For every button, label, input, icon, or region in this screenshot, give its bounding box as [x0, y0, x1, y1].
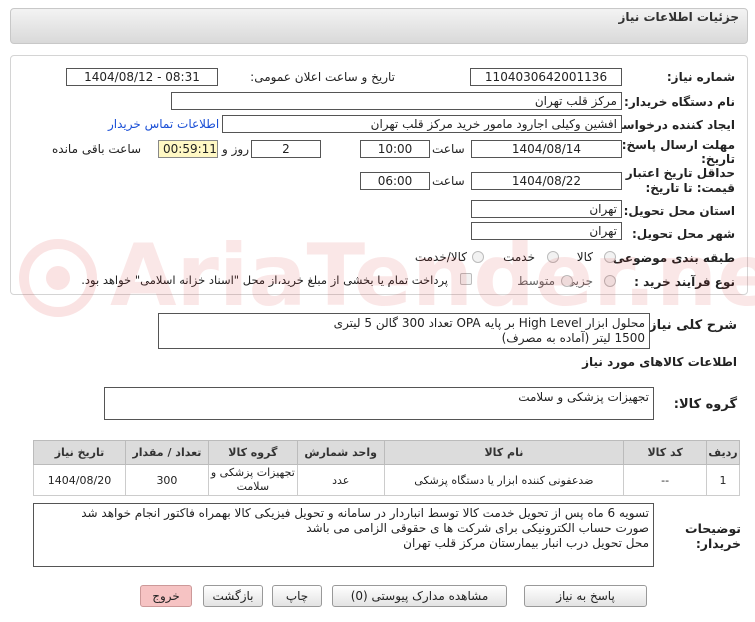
buyer-label: نام دستگاه خریدار:: [624, 95, 735, 109]
category-radio-service[interactable]: [547, 251, 559, 263]
buyer-field: مرکز قلب تهران: [171, 92, 622, 110]
col-qty: تعداد / مقدار: [125, 440, 209, 465]
cell-qty: 300: [125, 464, 209, 496]
treasury-payment-note: پرداخت تمام یا بخشی از مبلغ خرید،از محل …: [81, 273, 448, 287]
notes-line-1: تسویه 6 ماه پس از تحویل خدمت کالا توسط ا…: [81, 506, 649, 520]
cell-date: 1404/08/20: [33, 464, 126, 496]
notes-line-2: صورت حساب الکترونیکی برای شرکت ها ی حقوق…: [306, 521, 649, 535]
treasury-payment-checkbox[interactable]: [460, 273, 472, 285]
announce-field: 1404/08/12 - 08:31: [66, 68, 218, 86]
summary-textarea: محلول ابزار High Level بر پایه OPA تعداد…: [158, 313, 650, 349]
col-index: ردیف: [706, 440, 740, 465]
col-unit: واحد شمارش: [296, 440, 385, 465]
announce-label: تاریخ و ساعت اعلان عمومی:: [250, 70, 395, 84]
validity-time-label: ساعت: [432, 174, 465, 188]
notes-line-3: محل تحویل درب انبار بیمارستان مرکز قلب ت…: [403, 536, 649, 550]
items-table: ردیف کد کالا نام کالا واحد شمارش گروه کا…: [33, 440, 740, 496]
category-radio-goods[interactable]: [604, 251, 616, 263]
validity-label: حداقل تاریخ اعتبار: [625, 166, 735, 180]
notes-textarea: تسویه 6 ماه پس از تحویل خدمت کالا توسط ا…: [33, 503, 654, 567]
col-group: گروه کالا: [207, 440, 298, 465]
validity-label-2: قیمت: تا تاریخ:: [645, 181, 735, 195]
cell-code: --: [623, 464, 708, 496]
category-option-goods: کالا: [576, 250, 593, 264]
cell-group: تجهیزات پزشکی و سلامت: [207, 464, 298, 496]
cell-group-line-2: سلامت: [236, 480, 270, 493]
exit-button[interactable]: خروج: [140, 585, 192, 607]
buyer-contact-link[interactable]: اطلاعات تماس خریدار: [108, 117, 219, 131]
goods-group-label: گروه کالا:: [673, 397, 737, 412]
page-title: جزئیات اطلاعات نیاز: [618, 10, 739, 24]
deadline-label: مهلت ارسال پاسخ: تا: [608, 138, 736, 152]
summary-line-1: محلول ابزار High Level بر پایه OPA تعداد…: [333, 316, 645, 330]
table-row[interactable]: 1 -- ضدعفونی کننده ابزار یا دستگاه پزشکی…: [33, 464, 740, 496]
cell-name: ضدعفونی کننده ابزار یا دستگاه پزشکی: [383, 464, 625, 496]
cell-group-line-1: تجهیزات پزشکی و: [210, 466, 295, 479]
goods-section-title: اطلاعات کالاهای مورد نیاز: [582, 355, 737, 369]
summary-label: شرح کلی نیاز:: [643, 318, 737, 333]
notes-label: توضیحات: [685, 521, 741, 536]
deadline-label-2: تاریخ:: [701, 152, 735, 166]
city-field: تهران: [471, 222, 622, 240]
cell-index: 1: [706, 464, 740, 496]
print-button[interactable]: چاپ: [272, 585, 322, 607]
cell-unit: عدد: [296, 464, 385, 496]
city-label: شهر محل تحویل:: [631, 227, 735, 241]
col-date: تاریخ نیاز: [33, 440, 126, 465]
category-label: طبقه بندی موضوعی:: [607, 251, 735, 265]
creator-label: ایجاد کننده درخواست:: [605, 118, 735, 132]
process-radio-minor[interactable]: [604, 275, 616, 287]
province-label: استان محل تحویل:: [623, 204, 735, 218]
days-label: روز و: [222, 142, 249, 156]
reply-button[interactable]: پاسخ به نیاز: [524, 585, 647, 607]
category-radio-both[interactable]: [472, 251, 484, 263]
view-attachments-button[interactable]: مشاهده مدارک پیوستی (0): [332, 585, 507, 607]
need-number-label: شماره نیاز:: [666, 70, 735, 84]
col-name: نام کالا: [383, 440, 625, 465]
validity-date-field: 1404/08/22: [471, 172, 622, 190]
notes-label-2: خریدار:: [695, 536, 741, 551]
process-option-medium: متوسط: [517, 274, 555, 288]
deadline-date-field: 1404/08/14: [471, 140, 622, 158]
col-code: کد کالا: [623, 440, 708, 465]
table-header-row: ردیف کد کالا نام کالا واحد شمارش گروه کا…: [33, 440, 740, 465]
remaining-time-label: ساعت باقی مانده: [52, 142, 142, 156]
goods-group-field: تجهیزات پزشکی و سلامت: [104, 387, 654, 420]
deadline-time-label: ساعت: [432, 142, 465, 156]
process-label: نوع فرآیند خرید :: [634, 275, 735, 289]
remaining-time-field: 00:59:11: [158, 140, 218, 158]
need-number-field: 1104030642001136: [470, 68, 622, 86]
category-option-both: کالا/خدمت: [414, 250, 467, 264]
creator-field: افشین وکیلی اجارود مامور خرید مرکز قلب ت…: [222, 115, 622, 133]
back-button[interactable]: بازگشت: [203, 585, 263, 607]
process-radio-medium[interactable]: [561, 275, 573, 287]
days-field: 2: [251, 140, 321, 158]
province-field: تهران: [471, 200, 622, 218]
deadline-time-field: 10:00: [360, 140, 430, 158]
category-option-service: خدمت: [503, 250, 535, 264]
validity-time-field: 06:00: [360, 172, 430, 190]
summary-line-2: 1500 لیتر (آماده به مصرف): [501, 331, 645, 345]
